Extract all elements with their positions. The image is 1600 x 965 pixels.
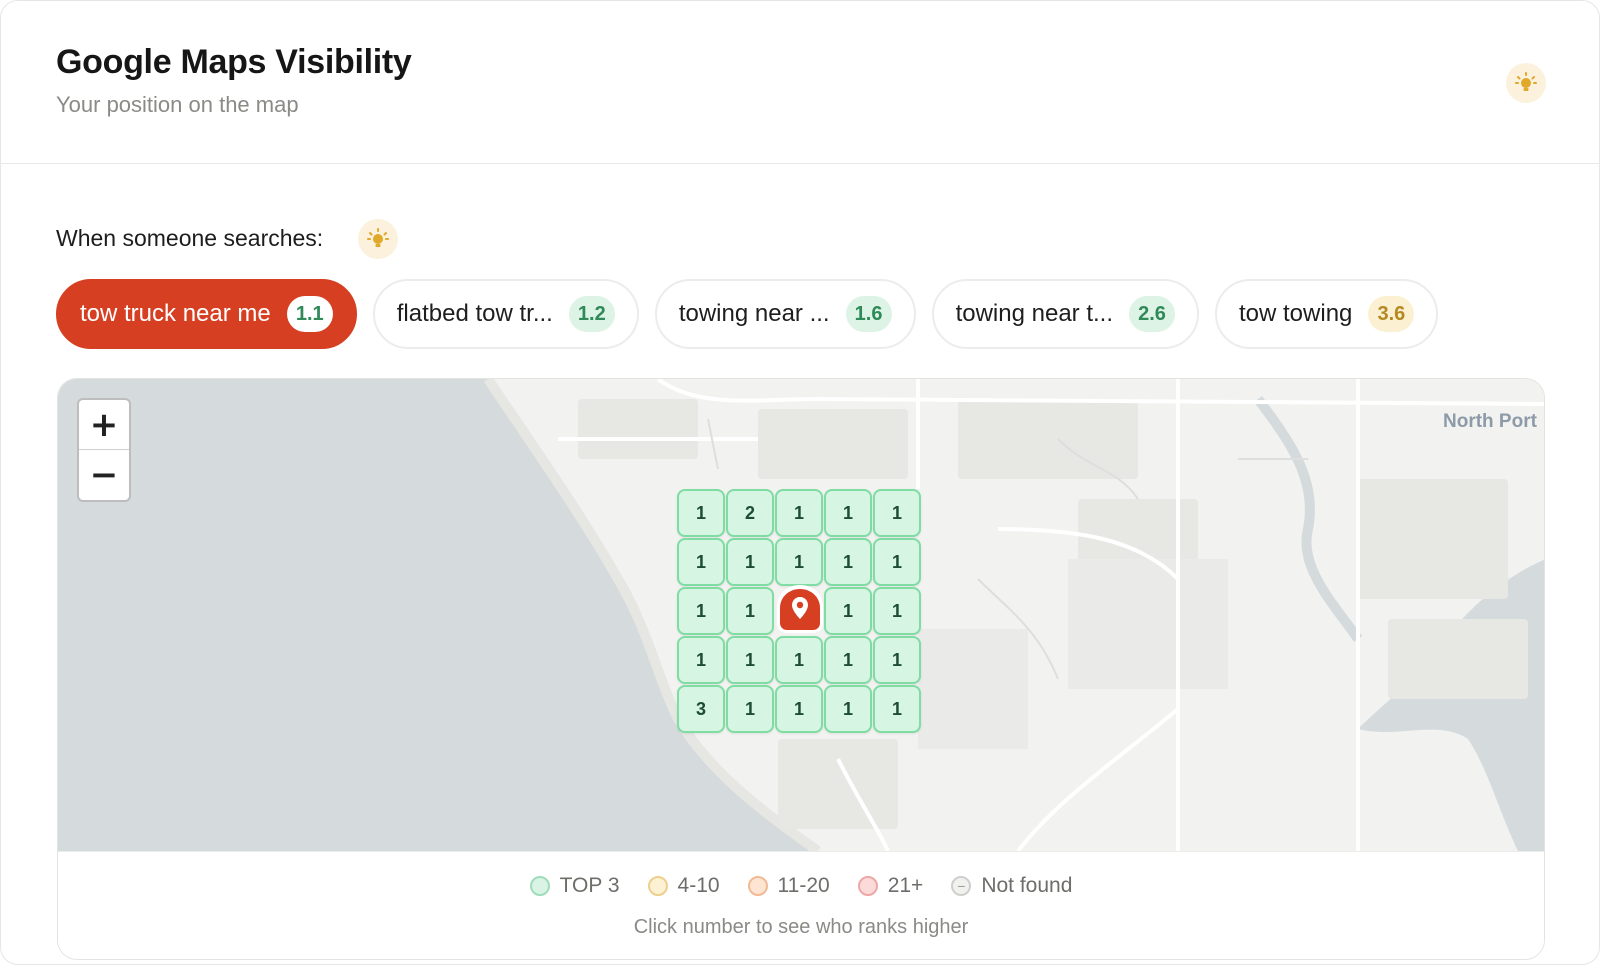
rank-cell[interactable]: 1 — [873, 538, 921, 586]
keyword-chip[interactable]: tow truck near me 1.1 — [56, 279, 357, 349]
legend-item: 11-20 — [747, 874, 830, 898]
keyword-chip[interactable]: towing near ... 1.6 — [654, 279, 916, 349]
rank-cell[interactable]: 1 — [824, 489, 872, 537]
rank-cell[interactable]: 1 — [775, 685, 823, 733]
legend-item: − Not found — [951, 874, 1072, 898]
rank-cell[interactable]: 3 — [677, 685, 725, 733]
location-pin-icon — [777, 585, 823, 633]
visibility-card: Google Maps Visibility Your position on … — [0, 0, 1600, 965]
zoom-out-button[interactable]: − — [79, 450, 129, 500]
page-subtitle: Your position on the map — [56, 92, 299, 117]
legend-swatch — [857, 876, 878, 896]
rank-cell[interactable]: 1 — [824, 636, 872, 684]
rank-cell[interactable]: 1 — [726, 636, 774, 684]
rank-cell[interactable]: 1 — [873, 587, 921, 635]
legend-label: 21+ — [887, 874, 924, 897]
legend: TOP 3 4-10 11-20 21+ − Not found — [58, 874, 1544, 898]
header-tip-button[interactable] — [1506, 63, 1546, 103]
map-place-label: North Port — [1443, 411, 1537, 432]
rank-cell[interactable]: 1 — [775, 636, 823, 684]
rank-cell[interactable]: 1 — [873, 685, 921, 733]
legend-swatch — [647, 876, 668, 896]
rank-cell[interactable]: 1 — [824, 685, 872, 733]
lightbulb-icon — [1515, 72, 1537, 91]
rank-cell[interactable]: 1 — [824, 587, 872, 635]
legend-item: 4-10 — [647, 874, 720, 898]
rank-grid: 121111111111111111131111 — [677, 489, 927, 739]
card-header: Google Maps Visibility Your position on … — [1, 1, 1599, 164]
rank-cell[interactable]: 1 — [677, 538, 725, 586]
legend-area: TOP 3 4-10 11-20 21+ − Not found Click number… — [58, 851, 1544, 959]
keyword-chip[interactable]: tow towing 3.6 — [1215, 279, 1439, 349]
legend-swatch — [529, 876, 550, 896]
map-canvas[interactable]: + − North Port 121111111111111111131111 — [58, 379, 1544, 851]
keyword-chip-score: 1.6 — [845, 296, 892, 332]
legend-label: 4-10 — [677, 874, 720, 897]
map-panel: + − North Port 121111111111111111131111 … — [57, 378, 1545, 960]
search-label: When someone searches: — [56, 225, 324, 251]
zoom-control: + − — [77, 398, 131, 502]
keyword-chip-label: flatbed tow tr... — [396, 300, 553, 327]
rank-cell[interactable]: 1 — [873, 489, 921, 537]
legend-swatch: − — [951, 876, 972, 896]
keyword-chip-score: 1.1 — [286, 296, 333, 332]
rank-cell[interactable]: 1 — [824, 538, 872, 586]
legend-label: Not found — [981, 874, 1073, 897]
rank-cell[interactable]: 1 — [726, 685, 774, 733]
legend-label: TOP 3 — [559, 874, 620, 897]
legend-item: 21+ — [857, 874, 924, 898]
keyword-chip[interactable]: flatbed tow tr... 1.2 — [372, 279, 639, 349]
legend-item: TOP 3 — [529, 874, 620, 898]
keyword-chip[interactable]: towing near t... 2.6 — [931, 279, 1199, 349]
rank-cell[interactable]: 1 — [775, 538, 823, 586]
rank-cell[interactable]: 1 — [775, 489, 823, 537]
search-tip-button[interactable] — [358, 219, 398, 259]
keyword-chip-score: 2.6 — [1129, 296, 1175, 332]
legend-swatch — [747, 876, 768, 896]
rank-cell[interactable]: 1 — [873, 636, 921, 684]
keyword-chip-score: 1.2 — [568, 296, 615, 332]
legend-label: 11-20 — [777, 874, 830, 897]
rank-cell[interactable]: 1 — [677, 587, 725, 635]
keyword-chip-label: tow truck near me — [80, 300, 271, 327]
zoom-in-button[interactable]: + — [79, 400, 129, 450]
page-title: Google Maps Visibility — [56, 43, 412, 81]
legend-note: Click number to see who ranks higher — [633, 916, 969, 938]
rank-cell[interactable]: 1 — [677, 636, 725, 684]
keyword-chip-label: tow towing — [1239, 300, 1353, 327]
lightbulb-icon — [367, 228, 389, 247]
rank-cell[interactable]: 1 — [726, 538, 774, 586]
keyword-chip-label: towing near t... — [955, 300, 1113, 327]
rank-cell[interactable]: 1 — [726, 587, 774, 635]
keyword-chip-score: 3.6 — [1368, 296, 1415, 332]
rank-cell[interactable]: 1 — [677, 489, 725, 537]
keyword-chips: tow truck near me 1.1 flatbed tow tr... … — [56, 279, 1439, 349]
business-location-pin[interactable] — [775, 585, 825, 635]
rank-cell[interactable]: 2 — [726, 489, 774, 537]
keyword-chip-label: towing near ... — [678, 300, 830, 327]
